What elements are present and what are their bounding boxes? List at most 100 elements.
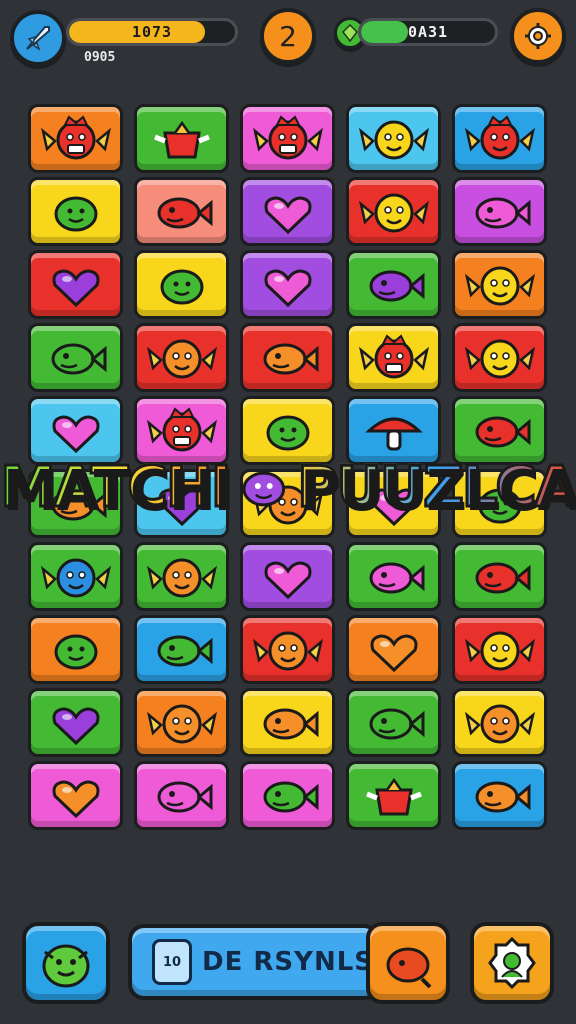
settings-button[interactable] (510, 8, 566, 64)
board-tile[interactable] (346, 542, 441, 611)
board-tile[interactable] (346, 323, 441, 392)
green-blob-character-icon (42, 944, 90, 988)
green-fish-icon (369, 708, 424, 739)
board-tile[interactable] (28, 250, 123, 319)
pink-fish-icon (475, 197, 530, 228)
red-dragon-icon (252, 114, 323, 159)
board-tile[interactable] (346, 688, 441, 757)
board-tile[interactable] (452, 615, 547, 684)
board-tile[interactable] (346, 615, 441, 684)
purple-fish-icon (242, 471, 285, 507)
orange-bird-icon (146, 558, 217, 597)
board-tile[interactable] (28, 761, 123, 830)
pink-heart-icon (264, 560, 311, 599)
booster-count-icon: 10 (152, 939, 192, 985)
orange-bird-icon (252, 631, 323, 670)
red-dragon-icon (358, 333, 429, 378)
blue-bird-icon (40, 558, 111, 597)
red-fish-icon (157, 197, 212, 228)
pink-heart-icon (264, 268, 311, 307)
board-tile[interactable] (28, 323, 123, 392)
orange-bird-icon (464, 704, 535, 743)
booster-label: DE RSYNLS (202, 947, 375, 977)
board-tile[interactable] (240, 615, 335, 684)
badge-icon (488, 936, 536, 990)
yellow-bird-icon (464, 339, 535, 378)
purple-heart-icon (52, 268, 99, 307)
board-tile[interactable] (240, 323, 335, 392)
title-word-2: PUUZLCA (296, 453, 576, 521)
board-tile[interactable] (452, 104, 547, 173)
yellow-bird-icon (464, 266, 535, 305)
orange-bird-icon (146, 704, 217, 743)
pink-fish-icon (369, 562, 424, 593)
board-tile[interactable] (452, 542, 547, 611)
rocket-button[interactable] (10, 10, 66, 66)
board-tile[interactable] (134, 323, 229, 392)
board-tile[interactable] (452, 761, 547, 830)
orange-heart-icon (370, 633, 417, 672)
green-blob-icon (54, 196, 97, 231)
booster-count: 10 (162, 954, 182, 970)
red-dragon-icon (40, 114, 111, 159)
board-tile[interactable] (134, 688, 229, 757)
orange-fish-icon (263, 343, 318, 374)
pink-heart-icon (264, 195, 311, 234)
green-blob-icon (160, 269, 203, 304)
board-tile[interactable] (134, 250, 229, 319)
board-tile[interactable] (346, 250, 441, 319)
purple-fish-icon (369, 270, 424, 301)
shop-button[interactable] (470, 922, 554, 1004)
energy-bar-value: 0A31 (407, 23, 449, 41)
red-bird-icon (386, 947, 432, 989)
board-tile[interactable] (346, 177, 441, 246)
green-fish-icon (263, 781, 318, 812)
special-item-button[interactable] (366, 922, 450, 1004)
board-tile[interactable] (346, 104, 441, 173)
board-tile[interactable] (134, 177, 229, 246)
board-tile[interactable] (240, 542, 335, 611)
orange-heart-icon (52, 779, 99, 818)
red-pot-icon (153, 120, 210, 158)
board-tile[interactable] (240, 177, 335, 246)
board-tile[interactable] (346, 761, 441, 830)
orange-fish-icon (475, 781, 530, 812)
board-tile[interactable] (240, 761, 335, 830)
gear-icon (525, 23, 551, 49)
board-tile[interactable] (28, 177, 123, 246)
board-tile[interactable] (134, 542, 229, 611)
green-fish-icon (51, 343, 106, 374)
board-tile[interactable] (452, 323, 547, 392)
pink-fish-icon (157, 781, 212, 812)
board-tile[interactable] (28, 104, 123, 173)
board-tile[interactable] (452, 688, 547, 757)
yellow-bird-icon (358, 120, 429, 159)
green-fish-icon (157, 635, 212, 666)
character-button[interactable] (22, 922, 110, 1004)
board-tile[interactable] (452, 250, 547, 319)
board-tile[interactable] (240, 250, 335, 319)
orange-fish-icon (263, 708, 318, 739)
board-tile[interactable] (452, 177, 547, 246)
board-tile[interactable] (134, 761, 229, 830)
red-pot-icon (365, 777, 422, 815)
red-fish-icon (475, 562, 530, 593)
level-badge[interactable]: 2 (260, 8, 316, 64)
green-blob-icon (54, 634, 97, 669)
boosters-button[interactable]: 10 DE RSYNLS (128, 924, 380, 1000)
board-tile[interactable] (240, 104, 335, 173)
board-tile[interactable] (134, 104, 229, 173)
board-tile[interactable] (134, 615, 229, 684)
board-tile[interactable] (28, 542, 123, 611)
yellow-bird-icon (464, 631, 535, 670)
level-number: 2 (279, 19, 297, 53)
board-tile[interactable] (28, 615, 123, 684)
yellow-bird-icon (358, 193, 429, 232)
energy-bar: 0A31 (358, 18, 498, 46)
rocket-icon (26, 26, 50, 51)
board-tile[interactable] (28, 688, 123, 757)
xp-bar-value: 1073 (131, 23, 173, 41)
board-tile[interactable] (240, 688, 335, 757)
title-word-1: MATCHI (0, 453, 233, 521)
red-crown-bird-icon (464, 114, 535, 159)
